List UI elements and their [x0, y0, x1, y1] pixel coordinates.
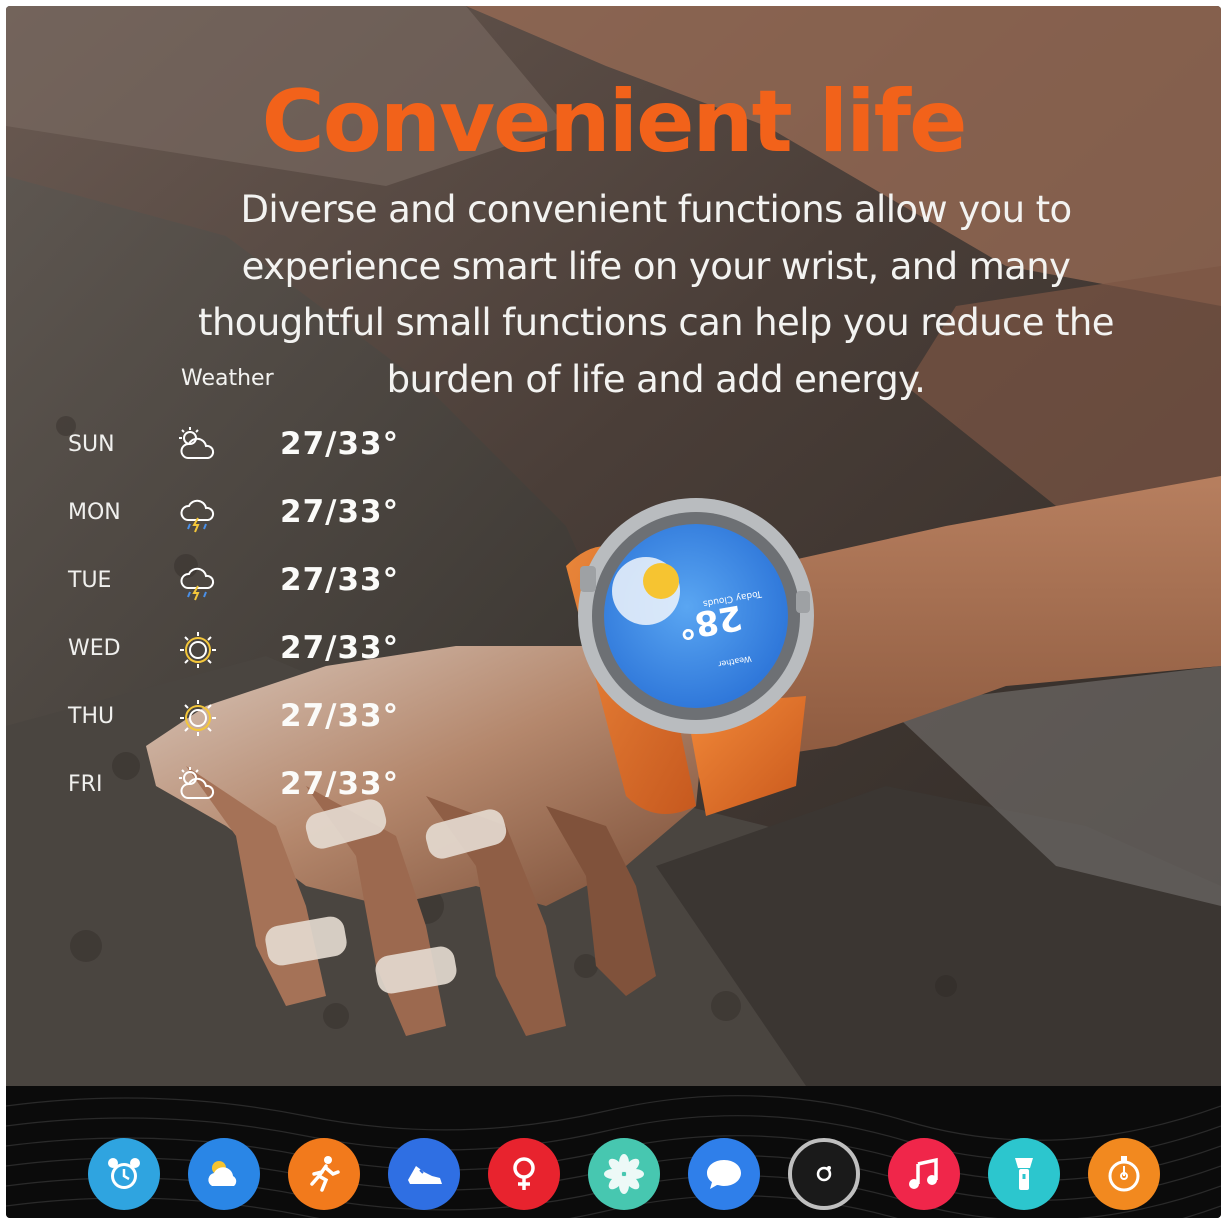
sun-cloud-icon [176, 424, 222, 468]
app-icon-strip [6, 1086, 1221, 1218]
forecast-row-thu: THU 27/33° [68, 696, 428, 740]
forecast-day: FRI [68, 772, 103, 797]
music-icon[interactable] [888, 1138, 960, 1210]
stopwatch-icon[interactable] [1088, 1138, 1160, 1210]
weather-icon[interactable] [188, 1138, 260, 1210]
sun-icon [176, 628, 222, 672]
alarm-clock-icon[interactable] [88, 1138, 160, 1210]
description-line: burden of life and add energy. [386, 357, 926, 401]
forecast-temp: 27/33° [280, 630, 400, 666]
description-line: thoughtful small functions can help you … [198, 301, 1115, 344]
forecast-day: WED [68, 636, 121, 661]
storm-cloud-icon [176, 560, 222, 604]
storm-cloud-icon [176, 492, 222, 536]
sun-icon [176, 696, 222, 740]
female-health-icon[interactable] [488, 1138, 560, 1210]
forecast-row-mon: MON 27/33° [68, 492, 428, 536]
description: Diverse and convenient functions allow y… [156, 182, 1156, 408]
description-line: Diverse and convenient functions allow y… [240, 188, 1072, 231]
running-icon[interactable] [288, 1138, 360, 1210]
flashlight-icon[interactable] [988, 1138, 1060, 1210]
camera-shutter-icon[interactable] [788, 1138, 860, 1210]
forecast-temp: 27/33° [280, 494, 400, 530]
forecast-row-sun: SUN 27/33° [68, 424, 428, 468]
product-banner: 28° Today Clouds Weather Convenient life… [6, 6, 1221, 1218]
description-line: experience smart life on your wrist, and… [241, 244, 1071, 288]
headline: Convenient life [261, 72, 968, 172]
forecast-day: THU [68, 704, 115, 729]
forecast-temp: 27/33° [280, 426, 400, 462]
forecast-temp: 27/33° [280, 766, 400, 802]
forecast-day: TUE [68, 568, 112, 593]
forecast-temp: 27/33° [280, 698, 400, 734]
weather-label: Weather [181, 366, 274, 391]
forecast-row-tue: TUE 27/33° [68, 560, 428, 604]
breathing-flower-icon[interactable] [588, 1138, 660, 1210]
sun-cloud-icon [176, 764, 222, 808]
message-icon[interactable] [688, 1138, 760, 1210]
sneaker-icon[interactable] [388, 1138, 460, 1210]
forecast-row-fri: FRI 27/33° [68, 764, 428, 808]
forecast-day: SUN [68, 432, 115, 457]
forecast-row-wed: WED 27/33° [68, 628, 428, 672]
forecast-temp: 27/33° [280, 562, 400, 598]
forecast-day: MON [68, 500, 121, 525]
